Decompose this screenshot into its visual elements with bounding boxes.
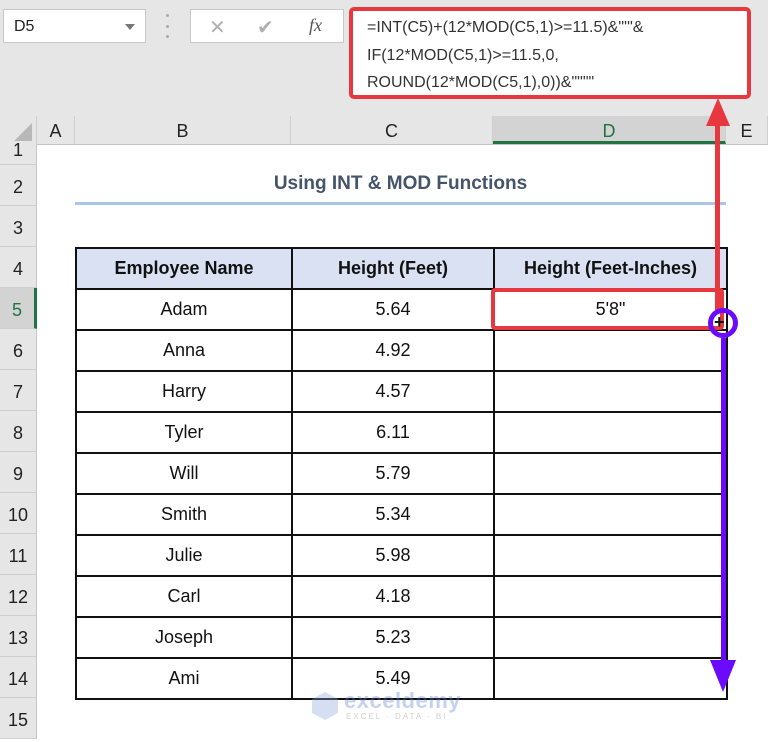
cell-height-feet-inches[interactable] (493, 616, 728, 659)
drag-handle-icon[interactable] (166, 14, 169, 38)
title-underline (75, 202, 726, 205)
header-employee-name[interactable]: Employee Name (75, 247, 293, 290)
row-header-2[interactable]: 2 (0, 165, 37, 206)
cell-height-feet[interactable]: 5.79 (291, 452, 495, 495)
cell-employee-name[interactable]: Anna (75, 329, 293, 372)
table-row: Joseph 5.23 (75, 616, 728, 659)
cell-height-feet[interactable]: 5.64 (291, 288, 495, 331)
header-height-feet-inches[interactable]: Height (Feet-Inches) (493, 247, 728, 290)
row-header-8[interactable]: 8 (0, 411, 37, 452)
row-header-10[interactable]: 10 (0, 493, 37, 534)
row-header-13[interactable]: 13 (0, 616, 37, 657)
column-headers: A B C D E (37, 116, 768, 145)
cell-height-feet[interactable]: 4.18 (291, 575, 495, 618)
sheet-title: Using INT & MOD Functions (273, 173, 528, 194)
cell-employee-name[interactable]: Ami (75, 657, 293, 700)
cell-height-feet-inches[interactable] (493, 575, 728, 618)
check-icon[interactable]: ✔ (257, 15, 274, 40)
header-height-feet[interactable]: Height (Feet) (291, 247, 495, 290)
fill-handle-cursor-icon[interactable]: + (714, 312, 725, 333)
table-row: Carl 4.18 (75, 575, 728, 618)
formula-line: IF(12*MOD(C5,1)>=11.5,0, (367, 47, 559, 64)
row-header-5[interactable]: 5 (0, 288, 37, 329)
cell-height-feet-inches[interactable] (493, 329, 728, 372)
row-header-3[interactable]: 3 (0, 206, 37, 247)
cell-employee-name[interactable]: Julie (75, 534, 293, 577)
row-header-9[interactable]: 9 (0, 452, 37, 493)
cell-height-feet[interactable]: 5.98 (291, 534, 495, 577)
formula-buttons: ✕ ✔ fx (190, 9, 344, 43)
row-header-12[interactable]: 12 (0, 575, 37, 616)
row-header-6[interactable]: 6 (0, 329, 37, 370)
formula-bar-area: D5 ✕ ✔ fx =INT(C5)+(12*MOD(C5,1)>=11.5)&… (0, 0, 768, 116)
row-header-14[interactable]: 14 (0, 657, 37, 698)
column-header-a[interactable]: A (37, 116, 75, 144)
watermark-tagline: EXCEL · DATA · BI (346, 712, 448, 721)
arrow-up-icon (706, 98, 730, 126)
formula-line: ROUND(12*MOD(C5,1),0))&"""" (367, 74, 595, 91)
fill-drag-line (721, 338, 726, 668)
formula-line: =INT(C5)+(12*MOD(C5,1)>=11.5)&"'"& (367, 19, 644, 36)
cell-employee-name[interactable]: Tyler (75, 411, 293, 454)
chevron-down-icon[interactable] (125, 24, 135, 30)
name-box[interactable]: D5 (3, 9, 146, 43)
red-arrow-line (715, 112, 720, 312)
cell-employee-name[interactable]: Carl (75, 575, 293, 618)
table-row: Tyler 6.11 (75, 411, 728, 454)
cell-height-feet-inches[interactable] (493, 370, 728, 413)
row-header-1[interactable]: 1 (0, 141, 37, 165)
table-row: Anna 4.92 (75, 329, 728, 372)
row-header-7[interactable]: 7 (0, 370, 37, 411)
cell-height-feet-inches[interactable] (493, 452, 728, 495)
row-header-4[interactable]: 4 (0, 247, 37, 288)
name-box-value: D5 (14, 18, 35, 35)
insert-function-button[interactable]: fx (309, 15, 322, 36)
column-header-e[interactable]: E (726, 116, 768, 144)
table-row: Will 5.79 (75, 452, 728, 495)
cell-height-feet-inches[interactable] (493, 657, 728, 700)
cell-height-feet[interactable]: 5.23 (291, 616, 495, 659)
cell-height-feet[interactable]: 6.11 (291, 411, 495, 454)
cell-height-feet-inches[interactable] (493, 493, 728, 536)
column-header-c[interactable]: C (291, 116, 493, 144)
formula-input[interactable]: =INT(C5)+(12*MOD(C5,1)>=11.5)&"'"& IF(12… (349, 7, 751, 99)
selected-cell-highlight (491, 288, 724, 330)
watermark-name: exceldemy (344, 688, 462, 713)
column-header-d[interactable]: D (493, 116, 726, 144)
column-header-b[interactable]: B (75, 116, 291, 144)
cell-employee-name[interactable]: Adam (75, 288, 293, 331)
table-row: Julie 5.98 (75, 534, 728, 577)
cell-height-feet-inches[interactable] (493, 534, 728, 577)
select-all-icon (14, 123, 32, 141)
cell-height-feet[interactable]: 4.92 (291, 329, 495, 372)
cell-height-feet-inches[interactable] (493, 411, 728, 454)
table-row: Harry 4.57 (75, 370, 728, 413)
cell-employee-name[interactable]: Joseph (75, 616, 293, 659)
close-icon[interactable]: ✕ (209, 15, 226, 40)
table-row: Smith 5.34 (75, 493, 728, 536)
arrow-down-icon (710, 660, 736, 692)
cell-employee-name[interactable]: Will (75, 452, 293, 495)
cell-employee-name[interactable]: Harry (75, 370, 293, 413)
table-header-row: Employee Name Height (Feet) Height (Feet… (75, 247, 728, 290)
row-header-15[interactable]: 15 (0, 698, 37, 739)
row-header-11[interactable]: 11 (0, 534, 37, 575)
cell-height-feet[interactable]: 5.34 (291, 493, 495, 536)
cell-employee-name[interactable]: Smith (75, 493, 293, 536)
cell-height-feet[interactable]: 4.57 (291, 370, 495, 413)
